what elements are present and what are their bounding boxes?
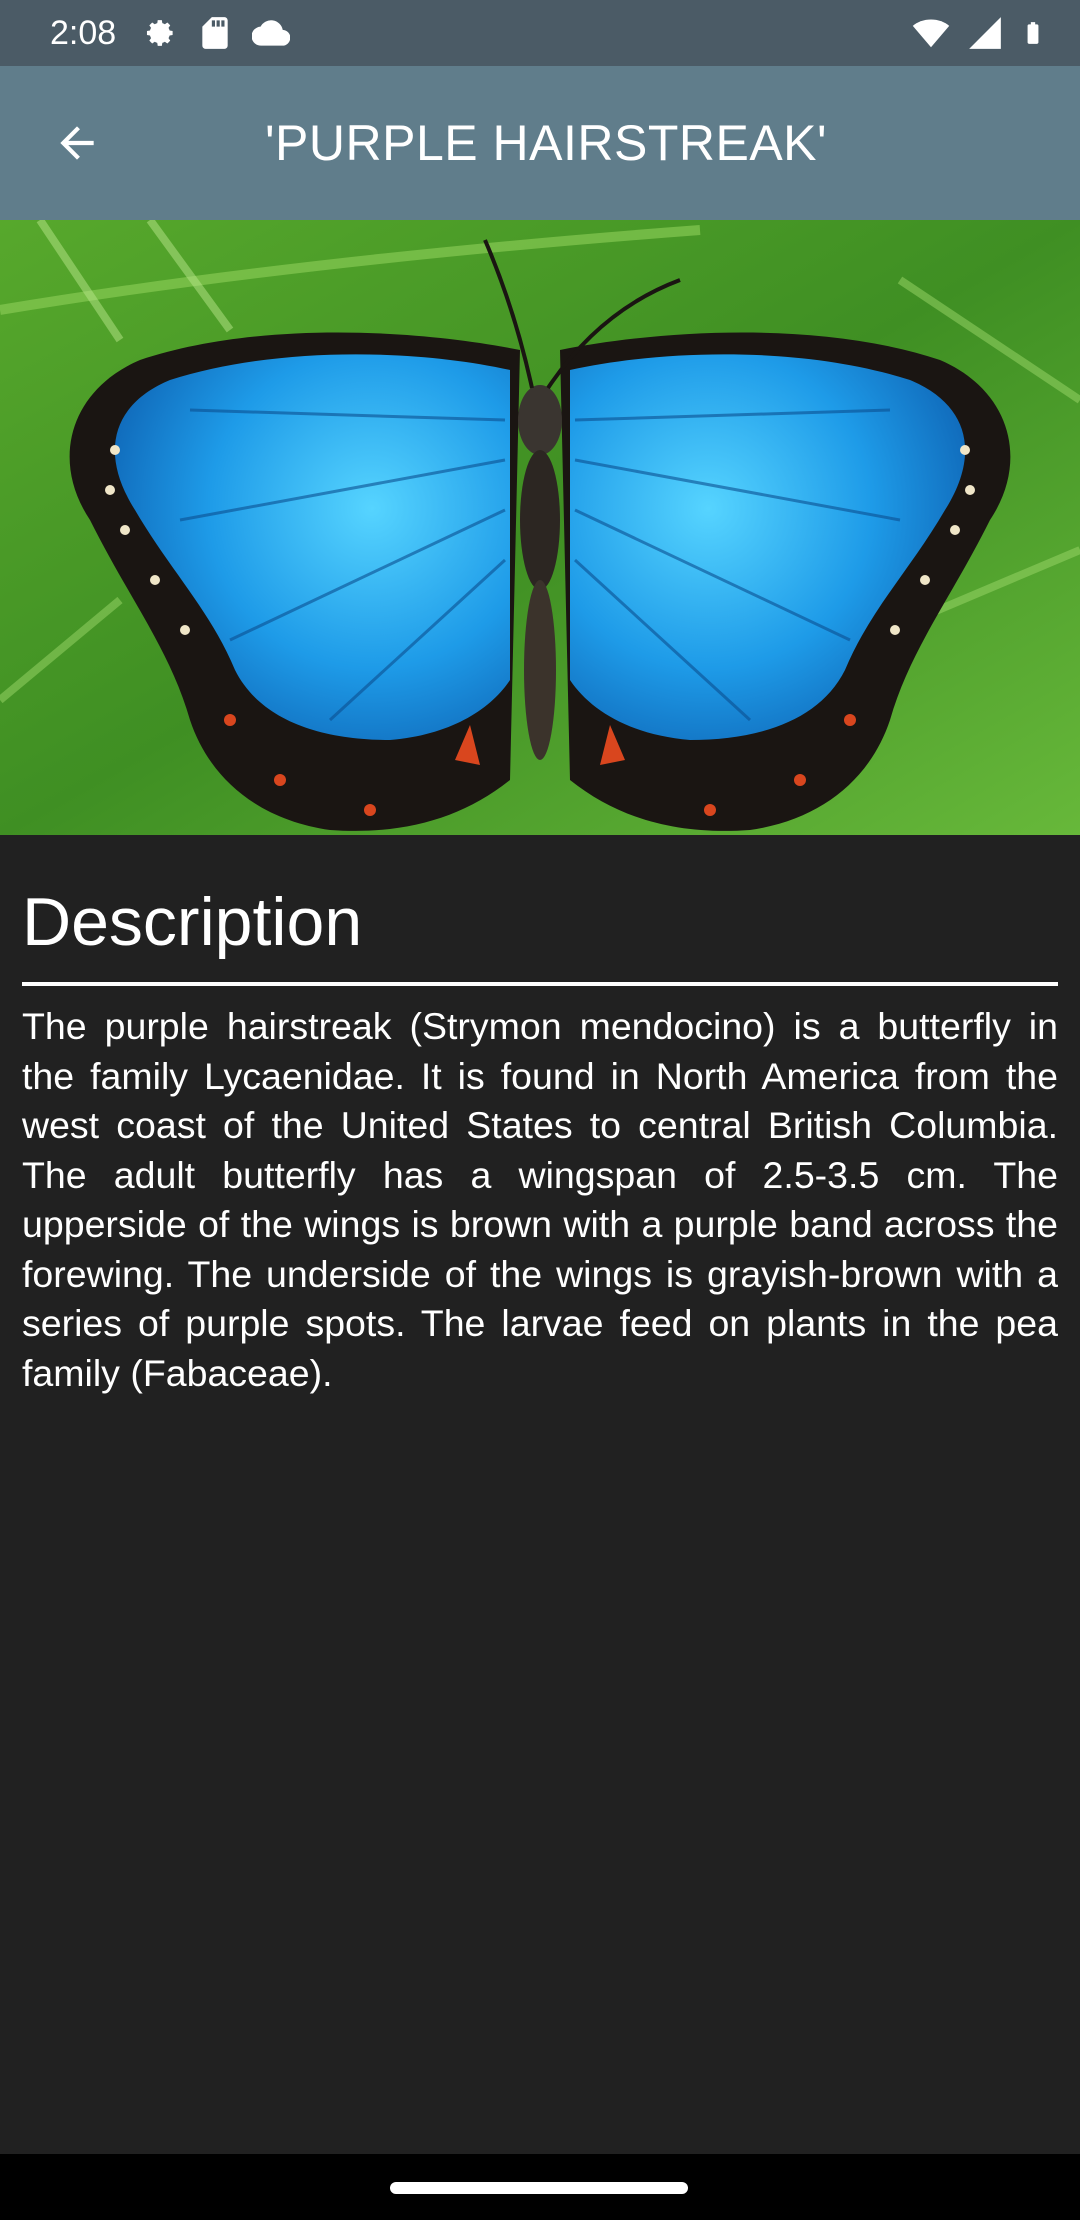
content: Description The purple hairstreak (Strym…	[22, 880, 1058, 1436]
arrow-back-icon	[60, 126, 94, 160]
divider	[22, 982, 1058, 986]
screen: 2:08 'PURPLE HAIRSTREAK' Description The…	[0, 0, 1080, 2220]
signal-icon	[969, 17, 1001, 49]
butterfly-image	[0, 220, 1080, 835]
section-title: Description	[22, 884, 363, 960]
battery-icon	[1027, 22, 1039, 44]
home-gesture-handle[interactable]	[390, 2182, 688, 2194]
butterfly-illustration	[0, 220, 1080, 835]
cloud-icon	[252, 20, 290, 46]
wifi-icon	[912, 19, 950, 48]
app-bar: 'PURPLE HAIRSTREAK'	[0, 66, 1080, 220]
settings-icon	[146, 20, 173, 46]
description-text: The purple hairstreak (Strymon mendocino…	[22, 1005, 1058, 1394]
sd-card-icon	[202, 17, 228, 49]
status-left-icons	[140, 14, 290, 52]
status-bar: 2:08	[0, 0, 1080, 66]
back-button[interactable]	[40, 106, 114, 180]
status-time: 2:08	[50, 14, 117, 52]
status-right-icons	[912, 14, 1046, 52]
navigation-bar	[0, 2154, 1080, 2220]
page-title: 'PURPLE HAIRSTREAK'	[265, 115, 828, 171]
